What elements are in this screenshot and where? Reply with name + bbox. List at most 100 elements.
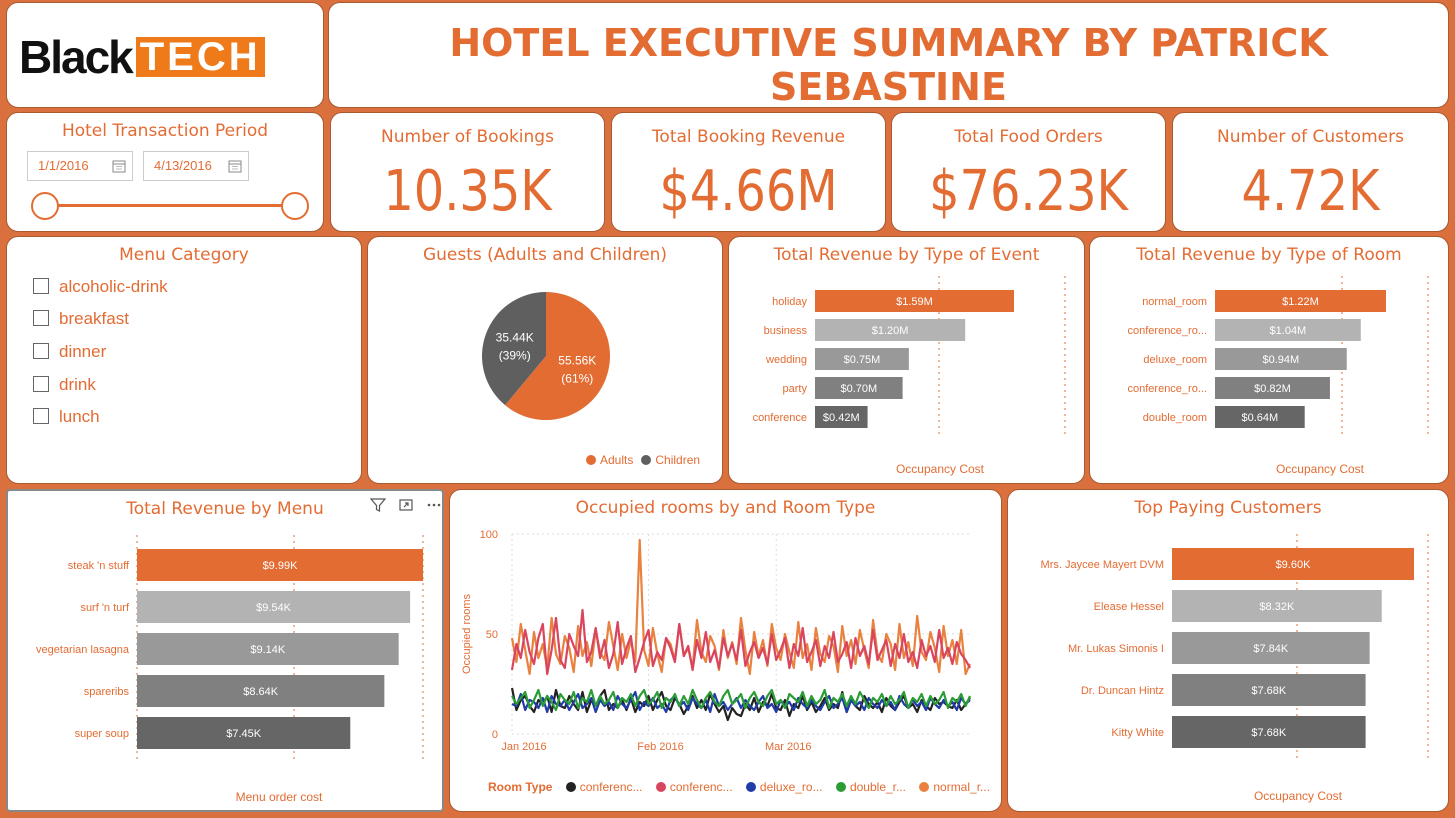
menu-category-option[interactable]: alcoholic-drink bbox=[33, 277, 168, 297]
legend-label: deluxe_ro... bbox=[759, 780, 823, 794]
category-label: conference_ro... bbox=[1128, 383, 1208, 395]
period-slicer-card: Hotel Transaction Period 1/1/2016 4/13/2… bbox=[6, 112, 324, 232]
legend-dot-children bbox=[641, 455, 652, 465]
legend-label: double_r... bbox=[849, 780, 906, 794]
legend-dot bbox=[745, 782, 756, 792]
event-revenue-bar-chart: holiday $1.59M business $1.20M wedding $0.75M… bbox=[753, 276, 1066, 476]
legend-dot bbox=[919, 782, 930, 792]
category-label: holiday bbox=[772, 296, 807, 308]
data-label: $0.75M bbox=[844, 354, 881, 366]
room-revenue-card: Total Revenue by Type of Room normal_roo… bbox=[1089, 236, 1449, 484]
category-label: double_room bbox=[1143, 412, 1207, 424]
title-card: HOTEL EXECUTIVE SUMMARY BY PATRICK SEBAS… bbox=[328, 2, 1449, 109]
y-tick-label: 50 bbox=[486, 629, 498, 641]
legend-dot bbox=[565, 782, 576, 792]
kpi-card-bookings: Number of Bookings 10.35K bbox=[330, 112, 605, 232]
kpi-value: $76.23K bbox=[929, 159, 1128, 224]
data-label: $0.64M bbox=[1242, 412, 1279, 424]
option-label: drink bbox=[59, 375, 96, 394]
checkbox[interactable] bbox=[33, 278, 49, 294]
kpi-value: 4.72K bbox=[1241, 159, 1380, 224]
legend-label-adults: Adults bbox=[600, 453, 634, 467]
top-customers-card: Top Paying Customers Mrs. Jaycee Mayert … bbox=[1007, 489, 1449, 812]
x-axis-label: Occupancy Cost bbox=[1254, 789, 1343, 803]
option-label: lunch bbox=[59, 407, 100, 426]
legend-label: normal_r... bbox=[933, 780, 991, 794]
category-label: vegetarian lasagna bbox=[36, 644, 130, 656]
category-label: business bbox=[764, 325, 808, 337]
data-label: $1.59M bbox=[896, 296, 933, 308]
start-date-input[interactable]: 1/1/2016 bbox=[27, 151, 133, 181]
category-label: Mr. Lukas Simonis I bbox=[1068, 643, 1164, 655]
x-tick-label: Mar 2016 bbox=[765, 741, 811, 753]
y-tick-label: 100 bbox=[480, 529, 498, 541]
kpi-value: 10.35K bbox=[383, 159, 552, 224]
category-label: conference_ro... bbox=[1128, 325, 1208, 337]
pie-data-label: 55.56K bbox=[558, 353, 596, 367]
menu-revenue-bar-chart: steak 'n stuff $9.99K surf 'n turf $9.54K ve… bbox=[36, 535, 424, 804]
option-label: alcoholic-drink bbox=[59, 277, 168, 296]
data-label: $0.94M bbox=[1263, 354, 1300, 366]
data-label: $7.84K bbox=[1253, 643, 1289, 655]
end-date-value: 4/13/2016 bbox=[154, 158, 212, 173]
pie-data-label-pct: (61%) bbox=[561, 371, 593, 385]
category-label: wedding bbox=[765, 354, 807, 366]
category-label: normal_room bbox=[1142, 296, 1207, 308]
kpi-card-booking-revenue: Total Booking Revenue $4.66M bbox=[611, 112, 886, 232]
data-label: $1.20M bbox=[872, 325, 909, 337]
category-label: Elease Hessel bbox=[1094, 601, 1164, 613]
data-label: $1.04M bbox=[1270, 325, 1307, 337]
option-label: breakfast bbox=[59, 309, 129, 328]
logo-black-text: Black bbox=[19, 31, 134, 83]
data-label: $7.68K bbox=[1251, 727, 1287, 739]
y-tick-label: 0 bbox=[492, 729, 498, 741]
checkbox[interactable] bbox=[33, 376, 49, 392]
data-label: $7.68K bbox=[1251, 685, 1287, 697]
x-tick-label: Feb 2016 bbox=[637, 741, 683, 753]
data-label: $9.54K bbox=[256, 602, 292, 614]
x-axis-label: Occupancy Cost bbox=[1276, 462, 1365, 476]
range-end-handle[interactable] bbox=[281, 192, 309, 220]
pie-data-label: 35.44K bbox=[496, 331, 534, 345]
data-label: $9.99K bbox=[263, 560, 299, 572]
occupancy-line-card: Occupied rooms by and Room Type 0 50 100 Oc… bbox=[449, 489, 1002, 812]
end-date-input[interactable]: 4/13/2016 bbox=[143, 151, 249, 181]
menu-category-option[interactable]: dinner bbox=[33, 342, 106, 362]
page-title: HOTEL EXECUTIVE SUMMARY BY PATRICK SEBAS… bbox=[449, 21, 1328, 109]
kpi-label: Number of Customers bbox=[1217, 127, 1404, 147]
data-label: $0.42M bbox=[823, 412, 860, 424]
pie-data-label-pct: (39%) bbox=[499, 349, 531, 363]
kpi-label: Number of Bookings bbox=[381, 127, 554, 147]
category-label: spareribs bbox=[84, 686, 130, 698]
room-type-legend: Room Type conferenc... conferenc... delu… bbox=[488, 780, 990, 794]
checkbox[interactable] bbox=[33, 408, 49, 424]
calendar-icon[interactable] bbox=[112, 159, 126, 173]
guests-pie-card: Guests (Adults and Children) 55.56K (61%)… bbox=[367, 236, 723, 484]
menu-category-option[interactable]: lunch bbox=[33, 407, 100, 427]
logo-card: Black TECH bbox=[6, 2, 324, 108]
menu-category-option[interactable]: drink bbox=[33, 375, 96, 395]
data-label: $7.45K bbox=[226, 728, 262, 740]
guests-legend: Adults Children bbox=[586, 453, 700, 467]
logo-orange-text: TECH bbox=[139, 35, 261, 79]
room-revenue-bar-chart: normal_room $1.22M conference_ro... $1.04M d… bbox=[1128, 276, 1429, 476]
menu-category-option[interactable]: breakfast bbox=[33, 309, 129, 329]
checkbox[interactable] bbox=[33, 343, 49, 359]
top-customers-bar-chart: Mrs. Jaycee Mayert DVM $9.60K Elease Hesse… bbox=[1041, 534, 1429, 803]
legend-label-children: Children bbox=[655, 453, 701, 467]
start-date-value: 1/1/2016 bbox=[38, 158, 89, 173]
menu-revenue-card: Total Revenue by Menu steak 'n stuff $9.9… bbox=[6, 489, 444, 812]
checkbox[interactable] bbox=[33, 310, 49, 326]
legend-dot bbox=[655, 782, 666, 792]
option-label: dinner bbox=[59, 342, 107, 361]
category-label: super soup bbox=[75, 728, 129, 740]
period-label: Hotel Transaction Period bbox=[61, 121, 269, 141]
blacktech-logo: Black TECH bbox=[19, 33, 265, 81]
data-label: $0.82M bbox=[1254, 383, 1291, 395]
calendar-icon[interactable] bbox=[228, 159, 242, 173]
legend-label: conferenc... bbox=[579, 780, 643, 794]
range-start-handle[interactable] bbox=[31, 192, 59, 220]
category-label: deluxe_room bbox=[1143, 354, 1207, 366]
x-tick-label: Jan 2016 bbox=[501, 741, 546, 753]
menu-category-title: Menu Category bbox=[119, 245, 249, 265]
